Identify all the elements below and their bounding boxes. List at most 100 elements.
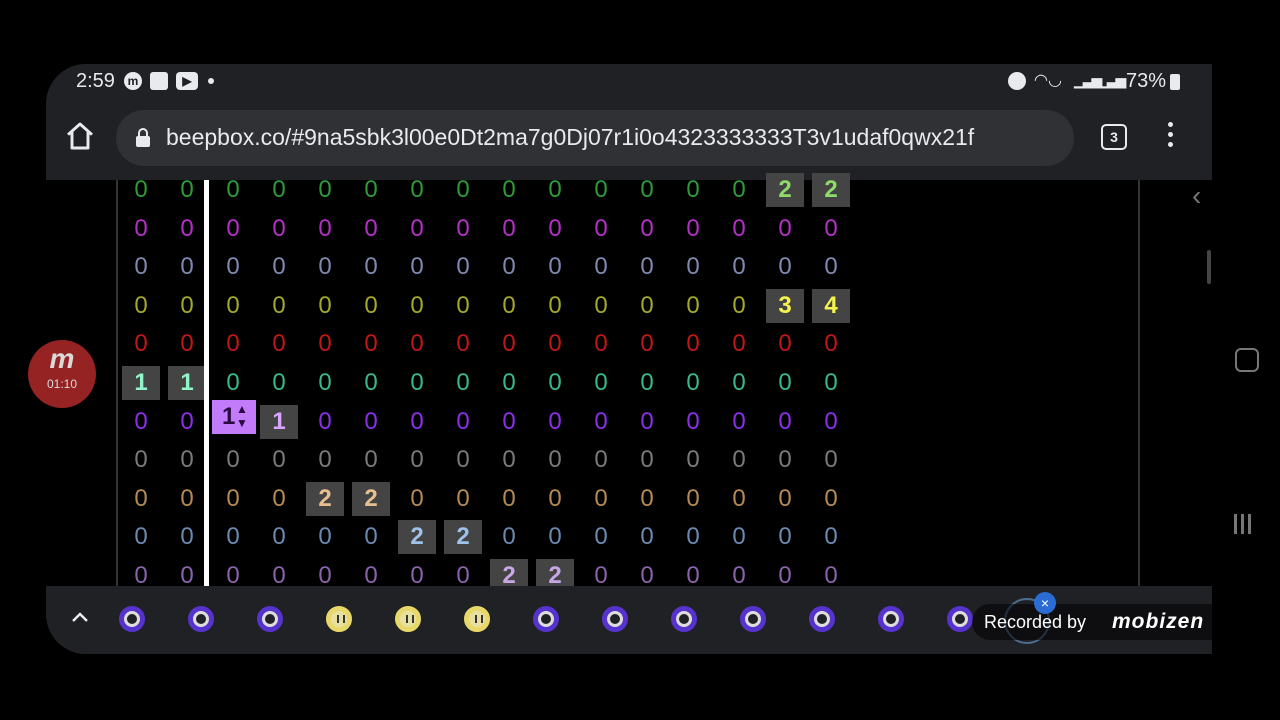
pattern-cell[interactable]: 0 xyxy=(812,327,850,361)
pattern-cell[interactable]: 0 xyxy=(214,327,252,361)
pattern-cell[interactable]: 0 xyxy=(260,327,298,361)
nav-recents-icon[interactable] xyxy=(1234,514,1258,536)
pattern-cell[interactable]: 0 xyxy=(398,482,436,516)
tab-switcher-button[interactable]: 3 xyxy=(1101,124,1127,150)
pattern-cell[interactable]: 0 xyxy=(582,289,620,323)
pattern-cell[interactable]: 0 xyxy=(582,327,620,361)
pattern-cell[interactable]: 0 xyxy=(260,443,298,477)
pattern-cell[interactable]: 0 xyxy=(536,482,574,516)
pattern-cell[interactable]: 3 xyxy=(766,288,804,323)
pattern-cell[interactable]: 0 xyxy=(168,520,206,554)
pattern-cell[interactable]: 0 xyxy=(766,327,804,361)
pitch-track-icon[interactable] xyxy=(947,606,973,632)
pattern-cell[interactable]: 0 xyxy=(536,173,574,207)
pattern-cell[interactable]: 0 xyxy=(352,250,390,284)
pattern-cell[interactable]: 0 xyxy=(122,289,160,323)
pattern-cell[interactable]: 0 xyxy=(490,212,528,246)
pattern-cell[interactable]: 0 xyxy=(306,327,344,361)
drum-track-icon[interactable] xyxy=(464,606,490,632)
pattern-cell[interactable]: 0 xyxy=(582,482,620,516)
pattern-cell[interactable]: 0 xyxy=(766,250,804,284)
pattern-cell[interactable]: 2 xyxy=(444,520,482,555)
pattern-cell[interactable]: 0 xyxy=(628,212,666,246)
pattern-cell[interactable]: 0 xyxy=(536,520,574,554)
pattern-cell[interactable]: 2 xyxy=(766,173,804,207)
pattern-cell[interactable]: 0 xyxy=(168,443,206,477)
pattern-cell[interactable]: 0 xyxy=(490,250,528,284)
pattern-cell[interactable]: 0 xyxy=(582,520,620,554)
pattern-cell[interactable]: 0 xyxy=(812,443,850,477)
pattern-cell[interactable]: 0 xyxy=(628,520,666,554)
pattern-cell[interactable]: 0 xyxy=(766,482,804,516)
pattern-cell[interactable]: 2 xyxy=(306,481,344,516)
pattern-cell[interactable]: 0 xyxy=(306,212,344,246)
pattern-cell[interactable]: 0 xyxy=(812,405,850,439)
pattern-cell[interactable]: 0 xyxy=(306,520,344,554)
pattern-cell[interactable]: 0 xyxy=(628,405,666,439)
pattern-cell[interactable]: 0 xyxy=(812,482,850,516)
pitch-track-icon[interactable] xyxy=(119,606,145,632)
pattern-cell[interactable]: 0 xyxy=(260,289,298,323)
more-menu-icon[interactable] xyxy=(1164,122,1176,152)
chevron-up-icon[interactable] xyxy=(68,606,92,630)
pattern-cell[interactable]: 0 xyxy=(122,443,160,477)
pattern-cell[interactable]: 0 xyxy=(352,443,390,477)
pattern-cell[interactable]: 0 xyxy=(260,250,298,284)
pattern-cell[interactable]: 0 xyxy=(536,327,574,361)
pattern-cell[interactable]: 0 xyxy=(306,443,344,477)
pattern-cell[interactable]: 0 xyxy=(444,443,482,477)
pattern-cell[interactable]: 0 xyxy=(490,405,528,439)
pattern-cell[interactable]: 0 xyxy=(674,327,712,361)
pattern-cell[interactable]: 0 xyxy=(720,366,758,400)
pattern-cell[interactable]: 0 xyxy=(398,173,436,207)
pattern-cell[interactable]: 0 xyxy=(444,289,482,323)
pattern-cell[interactable]: 0 xyxy=(168,173,206,207)
pattern-cell[interactable]: 0 xyxy=(306,250,344,284)
pattern-cell[interactable]: 0 xyxy=(674,482,712,516)
pitch-track-icon[interactable] xyxy=(188,606,214,632)
pattern-cell[interactable]: 0 xyxy=(260,482,298,516)
pattern-cell[interactable]: 0 xyxy=(490,173,528,207)
pattern-cell[interactable]: 0 xyxy=(536,443,574,477)
pattern-cell[interactable]: 0 xyxy=(444,327,482,361)
pattern-cell[interactable]: 0 xyxy=(628,482,666,516)
mobizen-recording-bubble[interactable]: m 01:10 xyxy=(28,340,96,408)
chevron-left-icon[interactable]: ‹ xyxy=(1192,180,1201,212)
pattern-stepper-icon[interactable]: ▲ ▼ xyxy=(236,402,248,430)
pattern-cell[interactable]: 0 xyxy=(582,405,620,439)
pattern-cell[interactable]: 0 xyxy=(536,212,574,246)
pattern-cell[interactable]: 0 xyxy=(674,520,712,554)
pattern-cell[interactable]: 1 xyxy=(260,404,298,439)
pattern-cell[interactable]: 0 xyxy=(674,405,712,439)
pattern-cell[interactable]: 0 xyxy=(444,405,482,439)
pattern-cell[interactable]: 0 xyxy=(766,212,804,246)
pattern-cell[interactable]: 0 xyxy=(628,173,666,207)
pattern-cell[interactable]: 0 xyxy=(444,173,482,207)
pattern-cell[interactable]: 0 xyxy=(398,443,436,477)
pattern-cell[interactable]: 0 xyxy=(260,520,298,554)
pattern-cell[interactable]: 0 xyxy=(674,173,712,207)
pattern-cell[interactable]: 0 xyxy=(306,289,344,323)
pattern-cell[interactable]: 0 xyxy=(490,289,528,323)
pattern-cell[interactable]: 0 xyxy=(168,250,206,284)
pattern-cell[interactable]: 0 xyxy=(582,173,620,207)
drum-track-icon[interactable] xyxy=(326,606,352,632)
pattern-cell[interactable]: 0 xyxy=(352,327,390,361)
pattern-cell[interactable]: 0 xyxy=(122,250,160,284)
pitch-track-icon[interactable] xyxy=(257,606,283,632)
pattern-cell[interactable]: 0 xyxy=(444,212,482,246)
pattern-cell[interactable]: 0 xyxy=(490,366,528,400)
pattern-cell[interactable]: 0 xyxy=(720,520,758,554)
pattern-cell[interactable]: 0 xyxy=(582,212,620,246)
pattern-cell[interactable]: 0 xyxy=(214,520,252,554)
pattern-cell[interactable]: 0 xyxy=(352,366,390,400)
pattern-cell[interactable]: 0 xyxy=(720,482,758,516)
pattern-cell[interactable]: 0 xyxy=(536,250,574,284)
pitch-track-icon[interactable] xyxy=(809,606,835,632)
pattern-cell[interactable]: 0 xyxy=(168,327,206,361)
pitch-track-icon[interactable] xyxy=(740,606,766,632)
pattern-cell[interactable]: 0 xyxy=(214,212,252,246)
pattern-cell[interactable]: 2 xyxy=(398,520,436,555)
pattern-cell[interactable]: 0 xyxy=(306,366,344,400)
pattern-cell[interactable]: 0 xyxy=(214,482,252,516)
